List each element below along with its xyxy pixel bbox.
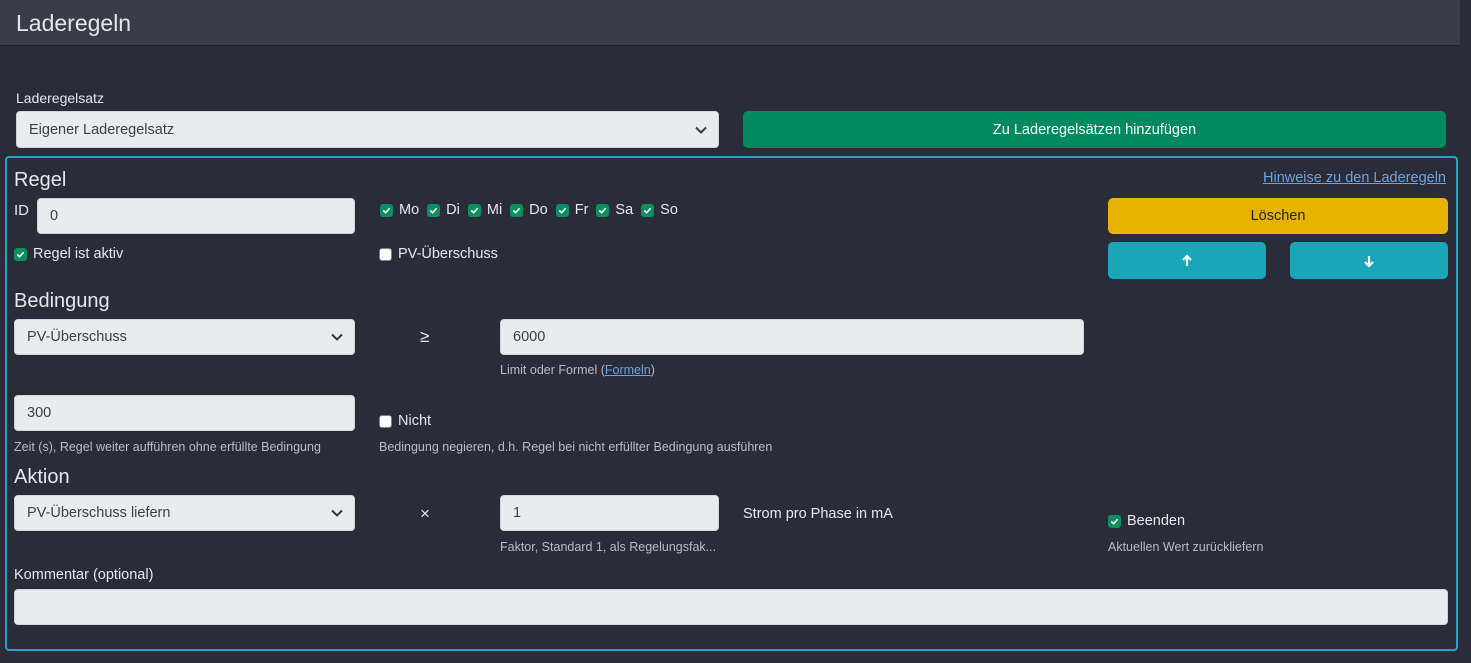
id-field-value: 0 <box>50 208 59 224</box>
day-label: So <box>660 202 678 218</box>
formulas-link[interactable]: Formeln <box>605 363 651 377</box>
chevron-down-icon <box>331 333 343 341</box>
negate-label: Nicht <box>398 413 432 429</box>
check-icon <box>14 247 27 261</box>
day-label: Fr <box>574 202 589 218</box>
move-up-button[interactable] <box>1108 242 1266 279</box>
page-title: Laderegeln <box>16 10 132 36</box>
check-icon <box>427 203 441 217</box>
check-icon <box>467 203 481 217</box>
stop-checkbox[interactable]: Beenden <box>1108 513 1185 529</box>
factor-field[interactable]: 1 <box>500 495 719 531</box>
check-icon <box>555 203 569 217</box>
ruleset-select[interactable]: Eigener Laderegelsatz <box>16 111 719 148</box>
action-operator: × <box>420 504 430 523</box>
check-icon <box>1108 514 1121 528</box>
id-field[interactable]: 0 <box>37 198 355 234</box>
unit-label: Strom pro Phase in mA <box>743 506 893 522</box>
condition-source-select[interactable]: PV-Überschuss <box>14 319 355 355</box>
checkbox-unchecked-icon <box>379 414 392 428</box>
weekday-checkboxes: Mo Di Mi Do Fr Sa So <box>380 202 686 218</box>
condition-operator: ≥ <box>420 327 430 346</box>
pv-surplus-checkbox[interactable]: PV-Überschuss <box>379 246 498 262</box>
ruleset-label: Laderegelsatz <box>16 90 104 106</box>
action-type-value: PV-Überschuss liefern <box>27 505 171 521</box>
limit-help-suffix: ) <box>650 363 655 377</box>
checkbox-unchecked-icon <box>379 247 392 261</box>
rule-active-label: Regel ist aktiv <box>33 246 124 262</box>
limit-help-text: Limit oder Formel ( <box>500 363 605 377</box>
day-label: Di <box>446 202 460 218</box>
chevron-down-icon <box>695 126 707 134</box>
page-header: Laderegeln <box>0 0 1460 46</box>
check-icon <box>510 203 524 217</box>
move-down-button[interactable] <box>1290 242 1448 279</box>
day-checkbox-di[interactable]: Di <box>427 202 460 218</box>
id-label: ID <box>14 202 29 219</box>
negate-help: Bedingung negieren, d.h. Regel bei nicht… <box>379 440 773 454</box>
rule-hints-link[interactable]: Hinweise zu den Laderegeln <box>1263 170 1446 186</box>
time-field[interactable]: 300 <box>14 395 355 431</box>
day-label: Mi <box>486 202 503 218</box>
check-icon <box>641 203 655 217</box>
day-label: Mo <box>399 202 420 218</box>
negate-checkbox[interactable]: Nicht <box>379 413 431 429</box>
rule-active-checkbox[interactable]: Regel ist aktiv <box>14 246 123 262</box>
limit-field[interactable]: 6000 <box>500 319 1084 355</box>
time-help: Zeit (s), Regel weiter aufführen ohne er… <box>14 440 321 454</box>
condition-source-value: PV-Überschuss <box>27 329 127 345</box>
action-type-select[interactable]: PV-Überschuss liefern <box>14 495 355 531</box>
delete-button[interactable]: Löschen <box>1108 198 1448 234</box>
ruleset-select-value: Eigener Laderegelsatz <box>29 121 175 138</box>
condition-heading: Bedingung <box>14 290 110 312</box>
day-label: Do <box>529 202 548 218</box>
time-field-value: 300 <box>27 405 52 421</box>
comment-label: Kommentar (optional) <box>14 567 154 583</box>
day-checkbox-fr[interactable]: Fr <box>555 202 589 218</box>
action-heading: Aktion <box>14 466 70 488</box>
chevron-down-icon <box>331 509 343 517</box>
limit-help: Limit oder Formel (Formeln) <box>500 363 655 377</box>
stop-label: Beenden <box>1127 513 1186 529</box>
comment-field[interactable] <box>14 589 1448 625</box>
scrollbar[interactable] <box>1460 0 1471 663</box>
pv-surplus-label: PV-Überschuss <box>398 246 498 262</box>
factor-field-value: 1 <box>513 505 522 521</box>
day-checkbox-mi[interactable]: Mi <box>467 202 503 218</box>
arrow-down-icon <box>1364 255 1374 268</box>
stop-help: Aktuellen Wert zurückliefern <box>1108 540 1264 554</box>
add-to-rulesets-button[interactable]: Zu Laderegelsätzen hinzufügen <box>743 111 1446 148</box>
factor-help: Faktor, Standard 1, als Regelungsfak... <box>500 540 717 554</box>
limit-field-value: 6000 <box>513 329 546 345</box>
day-checkbox-so[interactable]: So <box>641 202 678 218</box>
check-icon <box>596 203 610 217</box>
check-icon <box>380 203 393 217</box>
day-checkbox-do[interactable]: Do <box>510 202 548 218</box>
arrow-up-icon <box>1182 253 1192 266</box>
rule-heading: Regel <box>14 169 67 191</box>
day-label: Sa <box>615 202 634 218</box>
day-checkbox-sa[interactable]: Sa <box>596 202 633 218</box>
day-checkbox-mo[interactable]: Mo <box>380 202 419 218</box>
